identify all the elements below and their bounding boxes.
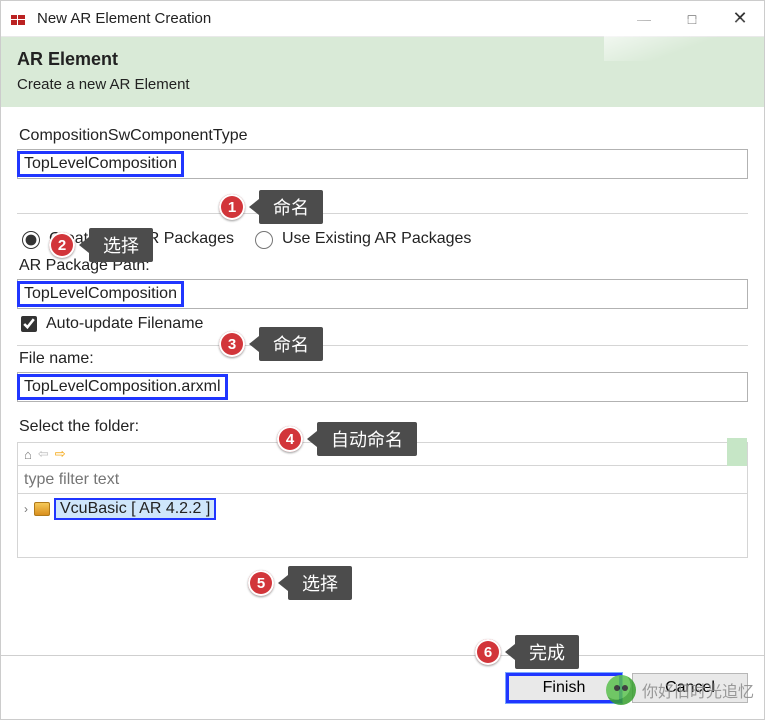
- component-type-input[interactable]: [17, 149, 748, 179]
- radio-use-input[interactable]: [255, 231, 273, 249]
- cancel-button[interactable]: Cancel: [632, 673, 748, 703]
- button-bar: Finish Cancel: [1, 655, 764, 719]
- tree-row-vcubasic[interactable]: › VcuBasic [ AR 4.2.2 ]: [24, 498, 741, 520]
- annotation-label: 选择: [288, 566, 352, 600]
- select-folder-label: Select the folder:: [19, 418, 748, 436]
- file-name-label: File name:: [19, 350, 748, 368]
- package-path-input[interactable]: [17, 279, 748, 309]
- finish-button[interactable]: Finish: [506, 673, 622, 703]
- annotation-badge: 5: [248, 570, 274, 596]
- radio-use-existing-packages[interactable]: Use Existing AR Packages: [250, 228, 471, 249]
- radio-create-new-packages[interactable]: Create New AR Packages: [17, 228, 234, 249]
- auto-update-filename-row[interactable]: Auto-update Filename: [17, 313, 748, 335]
- banner-heading: AR Element: [17, 49, 748, 70]
- radio-create-label: Create New AR Packages: [49, 230, 234, 248]
- app-icon: [9, 9, 29, 29]
- auto-update-filename-label: Auto-update Filename: [46, 315, 203, 333]
- file-name-input[interactable]: [17, 372, 748, 402]
- folder-filter-input[interactable]: [17, 466, 748, 494]
- component-type-label: CompositionSwComponentType: [19, 127, 748, 145]
- wizard-banner: AR Element Create a new AR Element: [1, 37, 764, 107]
- folder-toolbar: ⌂ ⇦ ⇨: [17, 442, 748, 466]
- annotation-5: 5 选择: [248, 566, 352, 600]
- auto-update-filename-checkbox[interactable]: [21, 316, 37, 332]
- radio-create-input[interactable]: [22, 231, 40, 249]
- window-title: New AR Element Creation: [37, 10, 620, 27]
- forward-icon[interactable]: ⇨: [55, 446, 66, 462]
- home-icon[interactable]: ⌂: [24, 447, 32, 462]
- radio-use-label: Use Existing AR Packages: [282, 230, 471, 248]
- package-path-label: AR Package Path:: [19, 257, 748, 275]
- project-label: VcuBasic [ AR 4.2.2 ]: [54, 498, 216, 520]
- banner-subheading: Create a new AR Element: [17, 76, 748, 93]
- back-icon[interactable]: ⇦: [38, 446, 49, 462]
- tree-expander-icon[interactable]: ›: [24, 502, 28, 516]
- decorative-strip: [727, 438, 747, 466]
- folder-tree[interactable]: › VcuBasic [ AR 4.2.2 ]: [17, 494, 748, 558]
- project-icon: [34, 502, 50, 516]
